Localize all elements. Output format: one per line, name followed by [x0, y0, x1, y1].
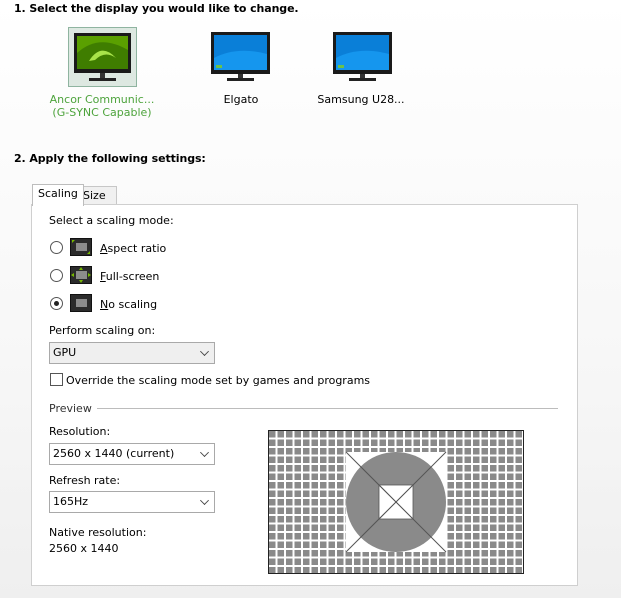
monitor-icon	[211, 32, 270, 81]
no-scaling-label[interactable]: No scaling	[100, 298, 157, 311]
full-screen-label[interactable]: Full-screen	[100, 270, 159, 283]
aspect-ratio-icon	[70, 238, 92, 256]
perform-scaling-value: GPU	[53, 346, 77, 359]
radio-no-scaling[interactable]	[50, 297, 63, 310]
display-samsung-label[interactable]: Samsung U28...	[296, 93, 426, 106]
display-ancor-label[interactable]: Ancor Communic... (G-SYNC Capable)	[37, 93, 167, 119]
full-screen-icon	[70, 266, 92, 284]
resolution-value: 2560 x 1440 (current)	[53, 447, 175, 460]
step2-title: 2. Apply the following settings:	[14, 152, 206, 165]
perform-scaling-label: Perform scaling on:	[49, 324, 156, 337]
tab-scaling[interactable]: Scaling	[32, 184, 84, 206]
monitor-icon	[333, 32, 392, 81]
chevron-down-icon	[200, 496, 209, 505]
monitor-nvidia-icon	[74, 33, 131, 81]
radio-selected-dot	[54, 301, 59, 306]
no-scaling-icon	[70, 294, 92, 312]
step1-title: 1. Select the display you would like to …	[14, 2, 299, 15]
chevron-down-icon	[200, 448, 209, 457]
preview-test-pattern	[268, 430, 524, 574]
aspect-ratio-label[interactable]: Aspect ratio	[100, 242, 166, 255]
display-ancor-name: Ancor Communic...	[49, 93, 155, 106]
preview-divider	[97, 408, 558, 409]
native-resolution-label: Native resolution:	[49, 526, 147, 539]
native-resolution-value: 2560 x 1440	[49, 542, 119, 555]
radio-aspect-ratio[interactable]	[50, 241, 63, 254]
display-ancor-gsync: (G-SYNC Capable)	[52, 106, 152, 119]
chevron-down-icon	[200, 347, 209, 356]
display-elgato-label[interactable]: Elgato	[176, 93, 306, 106]
scaling-mode-label: Select a scaling mode:	[49, 214, 174, 227]
resolution-label: Resolution:	[49, 425, 111, 438]
refresh-rate-select[interactable]: 165Hz	[49, 491, 215, 513]
display-samsung[interactable]	[328, 27, 397, 87]
display-ancor[interactable]	[68, 27, 137, 87]
override-checkbox[interactable]	[50, 373, 63, 386]
refresh-rate-value: 165Hz	[53, 495, 89, 508]
resolution-select[interactable]: 2560 x 1440 (current)	[49, 443, 215, 465]
refresh-rate-label: Refresh rate:	[49, 474, 121, 487]
perform-scaling-select[interactable]: GPU	[49, 342, 215, 364]
override-label[interactable]: Override the scaling mode set by games a…	[66, 374, 370, 387]
display-elgato[interactable]	[206, 27, 275, 87]
preview-title: Preview	[49, 402, 92, 415]
radio-full-screen[interactable]	[50, 269, 63, 282]
